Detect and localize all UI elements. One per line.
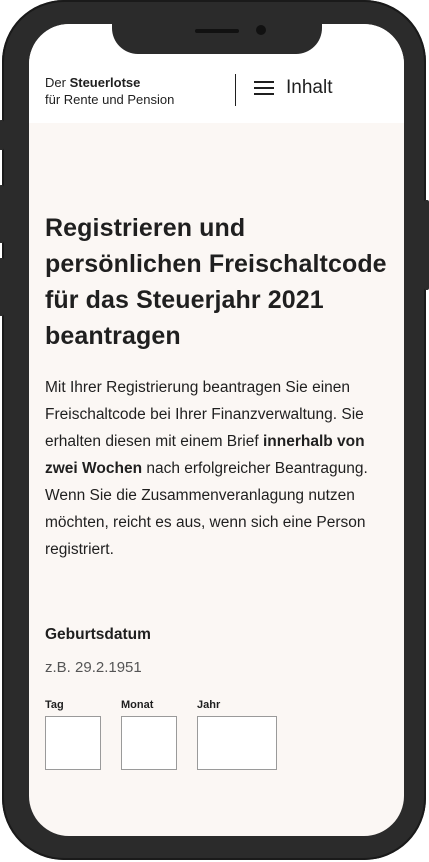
birthdate-fields: Tag Monat Jahr: [45, 698, 388, 770]
month-input[interactable]: [121, 716, 177, 770]
birthdate-hint: z.B. 29.2.1951: [45, 659, 142, 676]
brand-name: Steuerlotse: [69, 75, 141, 90]
header-divider: [235, 74, 236, 106]
intro-text: Mit Ihrer Registrierung beantragen Sie e…: [45, 374, 388, 563]
phone-notch: [112, 24, 322, 54]
power-button: [424, 200, 429, 290]
day-input[interactable]: [45, 716, 101, 770]
phone-frame: Der Steuerlotse für Rente und Pension In…: [0, 0, 429, 860]
page-title: Registrieren und persönlichen Freischalt…: [45, 214, 387, 350]
year-input[interactable]: [197, 716, 277, 770]
month-field: Monat: [121, 698, 177, 770]
volume-down-button: [0, 258, 4, 316]
speaker-grille: [195, 29, 239, 33]
volume-up-button: [0, 185, 4, 243]
front-camera: [256, 25, 266, 35]
day-label: Tag: [45, 699, 64, 711]
main-content: Registrieren und persönlichen Freischalt…: [45, 210, 388, 770]
brand-logo[interactable]: Der Steuerlotse für Rente und Pension: [45, 74, 174, 108]
hamburger-icon: [254, 80, 274, 96]
brand-prefix: Der: [45, 75, 66, 90]
birthdate-label: Geburtsdatum: [45, 626, 151, 643]
mute-switch: [0, 120, 4, 150]
screen: Der Steuerlotse für Rente und Pension In…: [29, 24, 404, 836]
menu-label: Inhalt: [286, 77, 333, 98]
day-field: Tag: [45, 698, 101, 770]
year-label: Jahr: [197, 699, 221, 711]
menu-button[interactable]: Inhalt: [254, 77, 332, 99]
brand-subtitle: für Rente und Pension: [45, 92, 175, 107]
year-field: Jahr: [197, 698, 277, 770]
month-label: Monat: [121, 699, 154, 711]
